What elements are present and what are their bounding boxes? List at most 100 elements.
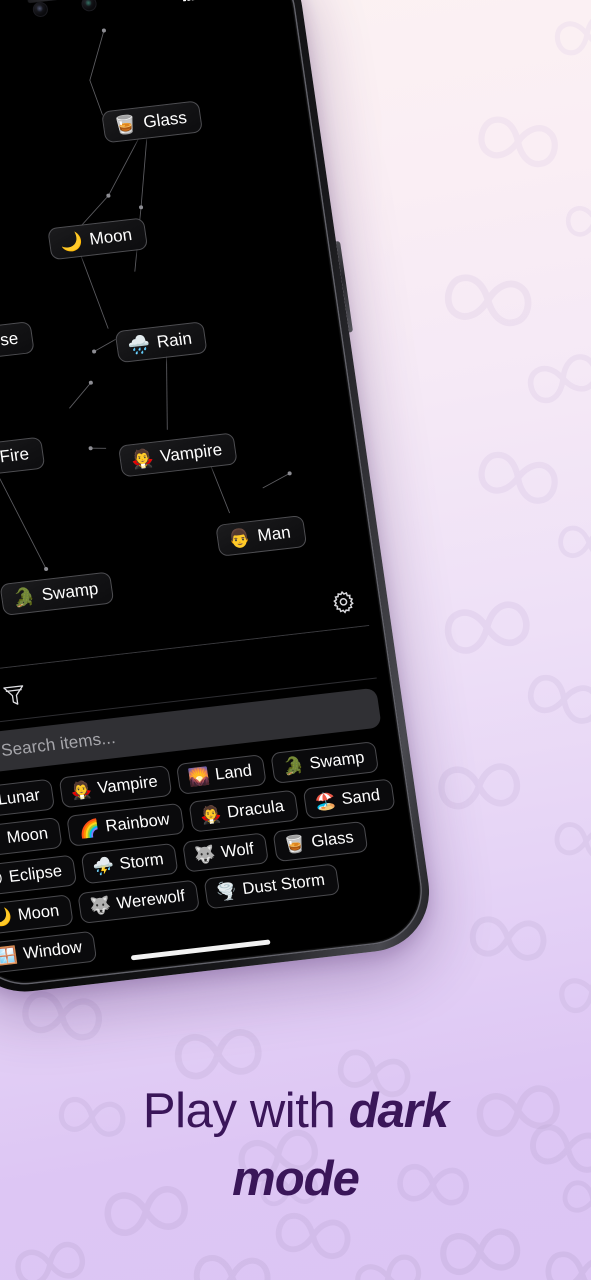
item-label: Sand — [340, 785, 382, 809]
list-item[interactable]: 🪟 Window — [0, 930, 98, 974]
item-emoji-icon: 🌙 — [0, 906, 14, 929]
item-emoji-icon: 🌪️ — [214, 880, 239, 903]
list-item[interactable]: 🧛 Dracula — [188, 789, 300, 833]
item-label: Werewolf — [115, 886, 187, 913]
face-id-sensor-icon — [80, 0, 98, 13]
node-fire[interactable]: 🔥Fire — [0, 436, 46, 478]
caption-strong-text-line2: mode — [232, 1151, 360, 1206]
item-emoji-icon: 🌄 — [187, 766, 211, 788]
node-label: Moon — [88, 224, 134, 249]
item-label: Rainbow — [104, 810, 171, 836]
node-label: Swamp — [40, 579, 100, 605]
list-item[interactable]: 🌙 Moon — [0, 816, 64, 859]
screenshot-page: :52 — [0, 0, 591, 1280]
node-label: Fire — [0, 444, 31, 467]
item-emoji-icon: 🌒 — [0, 868, 5, 890]
item-label: Window — [22, 938, 84, 963]
phone-mockup: :52 — [0, 0, 438, 999]
item-emoji-icon: ⛈️ — [91, 855, 116, 878]
infinity-watermark-icon — [429, 1217, 531, 1280]
cellular-signal-icon — [181, 0, 202, 1]
item-emoji-icon: 🌙 — [0, 829, 3, 852]
item-label: Vampire — [96, 772, 159, 798]
status-icons — [181, 0, 260, 2]
item-label: Eclipse — [7, 861, 64, 886]
node-emoji-icon: 🌧️ — [126, 333, 152, 356]
item-label: Wolf — [219, 839, 256, 862]
node-label: Rain — [155, 328, 194, 352]
infinity-watermark-icon — [535, 1240, 591, 1280]
infinity-watermark-icon — [4, 1230, 97, 1280]
item-label: Moon — [16, 901, 61, 925]
item-emoji-icon: 🐊 — [281, 755, 306, 777]
infinity-watermark-icon — [558, 194, 591, 244]
phone-bezel: :52 — [0, 0, 430, 991]
phone-screen: :52 — [0, 0, 426, 988]
list-item[interactable]: ⛈️ Storm — [80, 842, 179, 885]
infinity-watermark-icon — [432, 261, 544, 339]
node-vampire[interactable]: 🧛 Vampire — [117, 432, 239, 478]
infinity-watermark-icon — [547, 956, 591, 1026]
infinity-watermark-icon — [544, 812, 591, 872]
infinity-watermark-icon — [514, 661, 591, 738]
infinity-watermark-icon — [343, 1242, 434, 1280]
node-emoji-icon: 👨 — [227, 527, 253, 550]
node-man[interactable]: 👨 Man — [215, 515, 307, 557]
item-label: Lunar — [0, 786, 42, 809]
infinity-watermark-icon — [514, 340, 591, 417]
node-emoji-icon: 🌙 — [58, 230, 85, 254]
item-label: Glass — [310, 828, 355, 851]
crafting-canvas[interactable]: 🥃Glass⛈️Storm🌙Moon🏠House🌧️Rain🔥Fire🧛Vamp… — [0, 1, 379, 660]
caption-strong-text-line1: dark — [348, 1084, 450, 1138]
node-swamp[interactable]: 🐊 Swamp — [0, 571, 115, 616]
item-emoji-icon: 🐺 — [88, 895, 113, 917]
node-emoji-icon: 🐊 — [11, 586, 37, 609]
list-item[interactable]: 🌪️ Dust Storm — [203, 863, 340, 910]
phone-frame: :52 — [0, 0, 438, 999]
item-label: Dust Storm — [241, 870, 326, 899]
front-camera-icon — [31, 1, 49, 18]
list-item[interactable]: 🏖️ Sand — [302, 778, 396, 820]
item-label: Dracula — [226, 797, 286, 822]
list-item[interactable]: 🌕Lunar — [0, 778, 56, 820]
list-item[interactable]: 🐺 Wolf — [182, 832, 269, 873]
list-item[interactable]: 🐊 Swamp — [270, 741, 380, 784]
list-item[interactable]: 🌈 Rainbow — [66, 802, 185, 847]
item-emoji-icon: 🏖️ — [313, 791, 338, 813]
item-emoji-icon: 🥃 — [283, 833, 308, 856]
infinity-watermark-icon — [459, 905, 556, 971]
item-label: Moon — [5, 824, 50, 847]
node-rain[interactable]: 🌧️ Rain — [114, 321, 208, 364]
item-label: Swamp — [308, 748, 366, 773]
item-label: Land — [214, 761, 254, 784]
item-emoji-icon: 🪟 — [0, 945, 20, 967]
caption-light-text: Play with — [142, 1084, 349, 1138]
node-label: Glass — [142, 107, 189, 132]
node-emoji-icon: 🥃 — [112, 113, 139, 137]
item-emoji-icon: 🧛 — [199, 804, 223, 826]
list-item[interactable]: 🌄 Land — [176, 754, 268, 795]
node-glass[interactable]: 🥃 Glass — [101, 100, 203, 144]
funnel-icon[interactable] — [0, 679, 31, 712]
search-placeholder: Search items... — [0, 728, 117, 761]
list-item[interactable]: 🥃 Glass — [272, 820, 369, 863]
item-label: Storm — [118, 850, 165, 874]
item-emoji-icon: 🧛 — [69, 780, 94, 802]
infinity-watermark-icon — [465, 103, 571, 181]
list-item[interactable]: 🧛 Vampire — [58, 764, 173, 809]
list-item[interactable]: 🐺 Werewolf — [77, 879, 201, 924]
gear-icon[interactable] — [330, 588, 358, 619]
node-house[interactable]: 🏠House — [0, 321, 35, 365]
list-item[interactable]: 🌙 Moon — [0, 894, 75, 936]
node-label: Vampire — [158, 439, 224, 466]
infinity-watermark-icon — [550, 517, 591, 568]
infinity-watermark-icon — [428, 753, 530, 820]
node-moon[interactable]: 🌙 Moon — [47, 217, 149, 261]
infinity-watermark-icon — [184, 1245, 280, 1280]
list-item[interactable]: 🌒 Eclipse — [0, 854, 78, 897]
node-label: Man — [256, 522, 292, 546]
infinity-watermark-icon — [431, 588, 542, 668]
node-label: House — [0, 328, 20, 354]
item-emoji-icon: 🌈 — [77, 818, 102, 840]
node-emoji-icon: 🧛 — [129, 447, 155, 471]
